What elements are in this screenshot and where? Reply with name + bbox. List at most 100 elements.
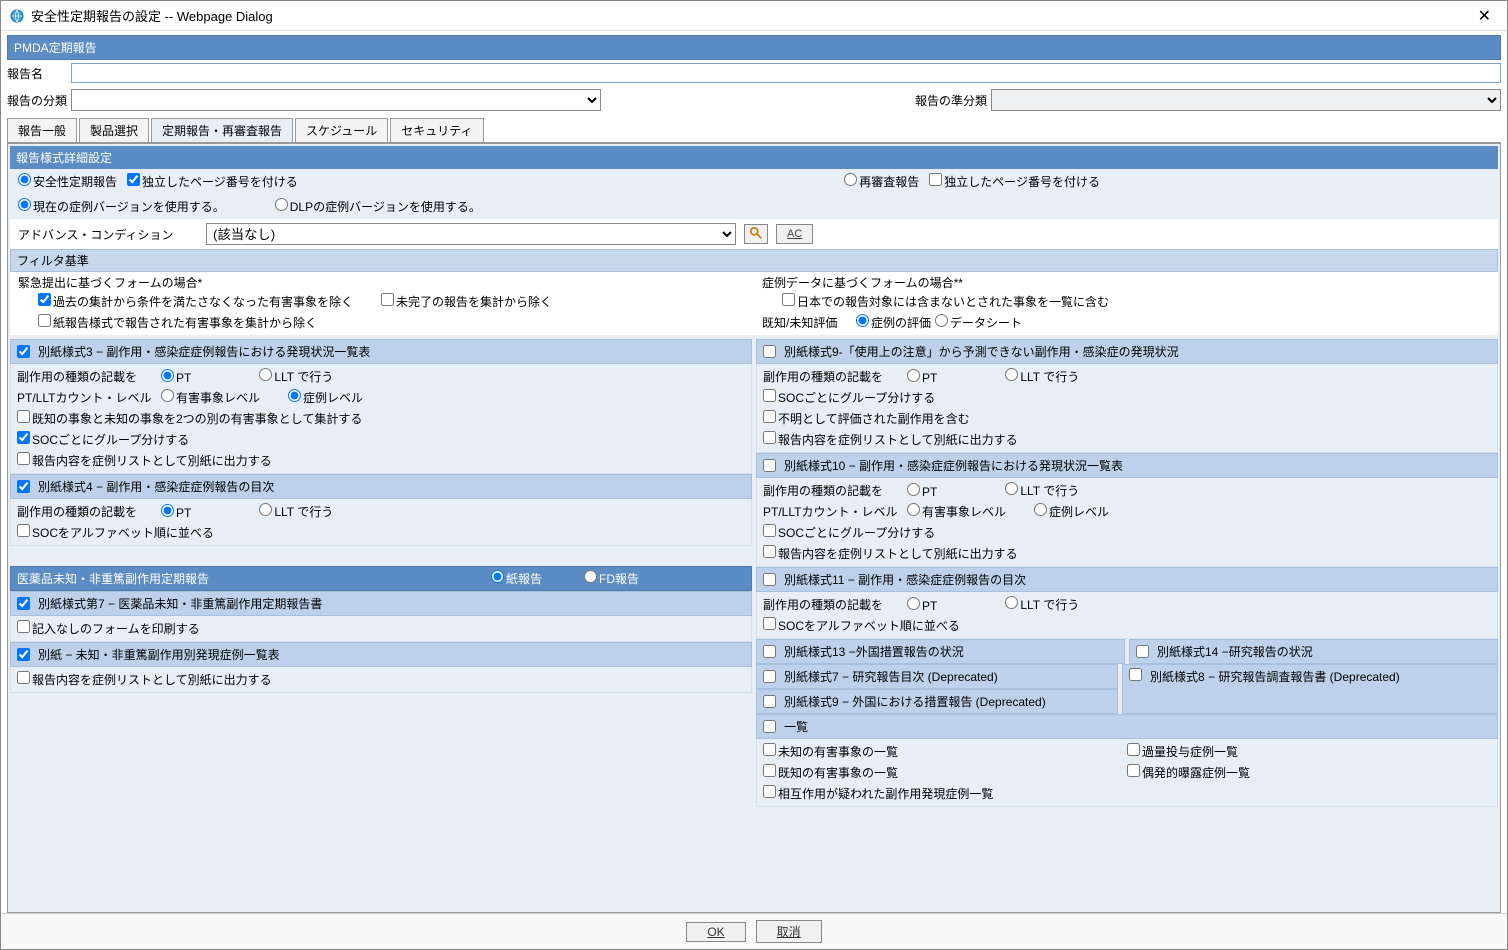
filter-l2-label[interactable]: 未完了の報告を集計から除く	[381, 293, 552, 310]
g10-cnt2-radio[interactable]	[1034, 503, 1047, 516]
g10-c2-checkbox[interactable]	[763, 545, 776, 558]
group-11-body: 副作用の種類の記載を PT LLT で行う SOCをアルファベット順に並べる	[756, 592, 1498, 639]
use-current-version-radio[interactable]	[18, 198, 31, 211]
g4-c1-checkbox[interactable]	[17, 524, 30, 537]
group-7d-header: 別紙様式7 − 研究報告目次 (Deprecated)	[756, 664, 1118, 689]
g7-out-checkbox[interactable]	[17, 671, 30, 684]
group-8d-checkbox[interactable]	[1129, 668, 1142, 681]
g4-pt-radio[interactable]	[161, 504, 174, 517]
g3-c1-checkbox[interactable]	[17, 410, 30, 423]
g3-pt-radio[interactable]	[161, 369, 174, 382]
eval-opt2-radio[interactable]	[935, 314, 948, 327]
group-11-checkbox[interactable]	[763, 573, 776, 586]
group-7d-checkbox[interactable]	[763, 670, 776, 683]
list-checkbox[interactable]	[763, 720, 776, 733]
group-4-body: 副作用の種類の記載を PT LLT で行う SOCをアルファベット順に並べる	[10, 499, 752, 546]
safety-report-radio[interactable]	[18, 173, 31, 186]
footer: OK 取消	[1, 913, 1507, 949]
reexam-report-radio-label[interactable]: 再審査報告	[844, 173, 919, 190]
report-subclass-select[interactable]	[991, 89, 1501, 111]
g3-llt-radio[interactable]	[259, 368, 272, 381]
report-class-row: 報告の分類 報告の準分類	[7, 86, 1501, 114]
g4-llt-radio[interactable]	[259, 503, 272, 516]
advance-condition-label: アドバンス・コンディション	[18, 226, 198, 243]
group-9d-checkbox[interactable]	[763, 695, 776, 708]
group-3-checkbox[interactable]	[17, 345, 30, 358]
g7-sub7-checkbox[interactable]	[17, 597, 30, 610]
ac-button[interactable]: AC	[776, 224, 813, 244]
filter-l1-label[interactable]: 過去の集計から条件を満たさなくなった有害事象を除く	[38, 293, 353, 310]
group-4-checkbox[interactable]	[17, 480, 30, 493]
report-name-input[interactable]	[71, 63, 1501, 83]
tab-schedule[interactable]: スケジュール	[295, 118, 388, 142]
g7-fd-radio[interactable]	[584, 570, 597, 583]
g7-empty-checkbox[interactable]	[17, 620, 30, 633]
filter-l3-checkbox[interactable]	[38, 314, 51, 327]
g3-cnt1-radio[interactable]	[161, 389, 174, 402]
group-7-sub7: 別紙様式第7 − 医薬品未知・非重篤副作用定期報告書	[10, 591, 752, 616]
group-13-header: 別紙様式13 −外国措置報告の状況	[756, 639, 1125, 664]
group-14-checkbox[interactable]	[1136, 645, 1149, 658]
list-c2-checkbox[interactable]	[763, 764, 776, 777]
g11-pt-radio[interactable]	[907, 597, 920, 610]
ie-icon	[9, 8, 25, 24]
g9-c1-checkbox[interactable]	[763, 389, 776, 402]
filter-l2-checkbox[interactable]	[381, 293, 394, 306]
tab-periodic[interactable]: 定期報告・再審査報告	[151, 118, 293, 142]
indep-page-left-label[interactable]: 独立したページ番号を付ける	[127, 173, 298, 190]
indep-page-left-checkbox[interactable]	[127, 173, 140, 186]
tab-bar: 報告一般 製品選択 定期報告・再審査報告 スケジュール セキュリティ	[7, 118, 1501, 143]
content-area: PMDA定期報告 報告名 報告の分類 報告の準分類 報告一般 製品選択 定期報告…	[1, 31, 1507, 913]
g3-c2-checkbox[interactable]	[17, 431, 30, 444]
g10-pt-radio[interactable]	[907, 483, 920, 496]
group-9-body: 副作用の種類の記載を PT LLT で行う SOCごとにグループ分けする 不明と…	[756, 364, 1498, 453]
g10-llt-radio[interactable]	[1005, 482, 1018, 495]
g9-pt-radio[interactable]	[907, 369, 920, 382]
group-10-checkbox[interactable]	[763, 459, 776, 472]
filter-r1-label[interactable]: 日本での報告対象には含まないとされた事象を一覧に含む	[782, 293, 1109, 310]
g3-cnt2-radio[interactable]	[288, 389, 301, 402]
use-dlp-version-label[interactable]: DLPの症例バージョンを使用する。	[275, 198, 481, 215]
indep-page-right-checkbox[interactable]	[929, 173, 942, 186]
ok-button[interactable]: OK	[686, 922, 745, 942]
g7-attach-checkbox[interactable]	[17, 648, 30, 661]
eval-opt1-label[interactable]: 症例の評価	[856, 314, 931, 331]
g9-c2-checkbox[interactable]	[763, 410, 776, 423]
g11-c1-checkbox[interactable]	[763, 617, 776, 630]
reexam-report-radio[interactable]	[844, 173, 857, 186]
section-header: PMDA定期報告	[7, 35, 1501, 60]
g9-c3-checkbox[interactable]	[763, 431, 776, 444]
use-dlp-version-radio[interactable]	[275, 198, 288, 211]
advance-condition-select[interactable]: (該当なし)	[206, 223, 736, 245]
group-13-checkbox[interactable]	[763, 645, 776, 658]
tab-general[interactable]: 報告一般	[7, 118, 77, 142]
filter-l1-checkbox[interactable]	[38, 293, 51, 306]
filter-r1-checkbox[interactable]	[782, 293, 795, 306]
list-c3-checkbox[interactable]	[763, 785, 776, 798]
eval-opt1-radio[interactable]	[856, 314, 869, 327]
g10-c1-checkbox[interactable]	[763, 524, 776, 537]
eval-opt2-label[interactable]: データシート	[935, 314, 1022, 331]
list-c5-checkbox[interactable]	[1127, 764, 1140, 777]
tab-security[interactable]: セキュリティ	[390, 118, 483, 142]
close-button[interactable]: ✕	[1470, 6, 1499, 26]
group-7-body1: 記入なしのフォームを印刷する	[10, 616, 752, 642]
tab-product[interactable]: 製品選択	[79, 118, 149, 142]
safety-report-radio-label[interactable]: 安全性定期報告	[18, 173, 117, 190]
use-current-version-label[interactable]: 現在の症例バージョンを使用する。	[18, 198, 225, 215]
g10-cnt1-radio[interactable]	[907, 503, 920, 516]
list-c1-checkbox[interactable]	[763, 743, 776, 756]
eval-label: 既知/未知評価	[762, 314, 852, 331]
g9-llt-radio[interactable]	[1005, 368, 1018, 381]
g3-c3-checkbox[interactable]	[17, 452, 30, 465]
filter-l3-label[interactable]: 紙報告様式で報告された有害事象を集計から除く	[38, 314, 317, 331]
group-9-checkbox[interactable]	[763, 345, 776, 358]
g11-llt-radio[interactable]	[1005, 596, 1018, 609]
cancel-button[interactable]: 取消	[756, 920, 822, 943]
g7-paper-radio[interactable]	[491, 570, 504, 583]
group-7-body2: 報告内容を症例リストとして別紙に出力する	[10, 667, 752, 693]
report-class-select[interactable]	[71, 89, 601, 111]
search-button[interactable]	[744, 224, 768, 244]
list-c4-checkbox[interactable]	[1127, 743, 1140, 756]
indep-page-right-label[interactable]: 独立したページ番号を付ける	[929, 173, 1100, 190]
